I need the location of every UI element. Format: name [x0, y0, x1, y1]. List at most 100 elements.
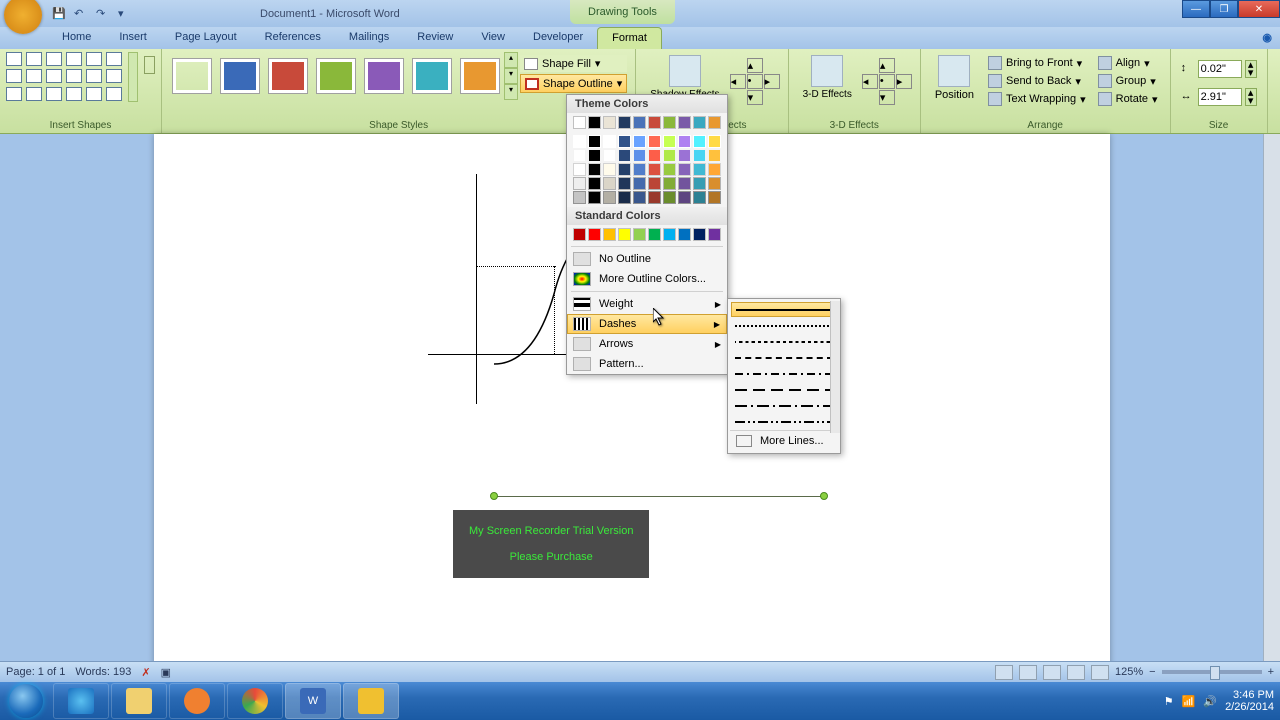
dashes-scrollbar[interactable] — [830, 301, 840, 433]
color-swatch[interactable] — [633, 149, 646, 162]
dash-long-dash[interactable] — [731, 382, 837, 397]
color-swatch[interactable] — [588, 191, 601, 204]
color-swatch[interactable] — [663, 191, 676, 204]
color-swatch[interactable] — [588, 149, 601, 162]
page-status[interactable]: Page: 1 of 1 — [6, 666, 65, 678]
dash-long-dash-dot-dot[interactable] — [731, 414, 837, 429]
redo-icon[interactable]: ↷ — [96, 7, 110, 21]
color-swatch[interactable] — [708, 149, 721, 162]
color-swatch[interactable] — [603, 177, 616, 190]
color-swatch[interactable] — [693, 177, 706, 190]
pattern-item[interactable]: Pattern... — [567, 354, 727, 374]
vertical-scrollbar[interactable] — [1263, 134, 1280, 682]
height-input[interactable] — [1198, 60, 1242, 78]
taskbar-recorder[interactable] — [343, 683, 399, 719]
color-swatch[interactable] — [633, 135, 646, 148]
outline-view[interactable] — [1067, 665, 1085, 680]
color-swatch[interactable] — [648, 191, 661, 204]
3d-effects-button[interactable]: 3-D Effects — [795, 52, 860, 111]
more-lines-item[interactable]: More Lines... — [730, 430, 838, 451]
edit-shape-icon[interactable] — [144, 56, 155, 74]
color-swatch[interactable] — [588, 163, 601, 176]
color-swatch[interactable] — [648, 149, 661, 162]
tab-format[interactable]: Format — [597, 27, 662, 49]
selection-handle-left[interactable] — [490, 492, 498, 500]
width-input[interactable] — [1198, 88, 1242, 106]
tab-mailings[interactable]: Mailings — [335, 27, 403, 49]
color-swatch[interactable] — [633, 116, 646, 129]
tray-clock[interactable]: 3:46 PM2/26/2014 — [1225, 689, 1274, 713]
color-swatch[interactable] — [603, 163, 616, 176]
proofing-icon[interactable]: ✗ — [141, 666, 150, 679]
arrows-item[interactable]: Arrows▶ — [567, 334, 727, 354]
selected-line-shape[interactable] — [494, 496, 824, 497]
color-swatch[interactable] — [573, 135, 586, 148]
theme-colors-grid[interactable] — [567, 113, 727, 132]
color-swatch[interactable] — [573, 116, 586, 129]
rotate-button[interactable]: Rotate ▾ — [1094, 91, 1162, 107]
color-swatch[interactable] — [573, 228, 586, 241]
help-icon[interactable]: ◉ — [1262, 27, 1272, 49]
color-swatch[interactable] — [678, 163, 691, 176]
color-swatch[interactable] — [663, 163, 676, 176]
text-wrapping-button[interactable]: Text Wrapping ▾ — [984, 91, 1090, 107]
tab-page-layout[interactable]: Page Layout — [161, 27, 251, 49]
maximize-button[interactable]: ❐ — [1210, 0, 1238, 18]
color-swatch[interactable] — [663, 135, 676, 148]
align-button[interactable]: Align ▾ — [1094, 55, 1162, 71]
color-swatch[interactable] — [693, 163, 706, 176]
color-swatch[interactable] — [708, 177, 721, 190]
color-swatch[interactable] — [663, 116, 676, 129]
shadow-nudge[interactable]: ▴ ◂•▸ ▾ — [728, 52, 782, 111]
shapes-gallery[interactable] — [6, 52, 124, 102]
shapes-more-button[interactable] — [128, 52, 138, 102]
color-swatch[interactable] — [648, 177, 661, 190]
color-swatch[interactable] — [603, 149, 616, 162]
tab-review[interactable]: Review — [403, 27, 467, 49]
qat-more-icon[interactable]: ▾ — [118, 7, 132, 21]
web-layout-view[interactable] — [1043, 665, 1061, 680]
print-layout-view[interactable] — [995, 665, 1013, 680]
color-swatch[interactable] — [573, 163, 586, 176]
color-swatch[interactable] — [603, 228, 616, 241]
taskbar-media[interactable] — [169, 683, 225, 719]
color-swatch[interactable] — [618, 228, 631, 241]
tab-references[interactable]: References — [251, 27, 335, 49]
tray-flag-icon[interactable]: ⚑ — [1164, 695, 1174, 708]
styles-scroll[interactable]: ▴▾▾ — [504, 52, 518, 100]
color-swatch[interactable] — [573, 191, 586, 204]
dash-round-dot[interactable] — [731, 318, 837, 333]
color-swatch[interactable] — [678, 135, 691, 148]
color-swatch[interactable] — [633, 177, 646, 190]
save-icon[interactable]: 💾 — [52, 7, 66, 21]
taskbar-explorer[interactable] — [111, 683, 167, 719]
tab-developer[interactable]: Developer — [519, 27, 597, 49]
color-swatch[interactable] — [618, 177, 631, 190]
color-swatch[interactable] — [678, 177, 691, 190]
color-swatch[interactable] — [633, 163, 646, 176]
macro-icon[interactable]: ▣ — [161, 666, 171, 679]
color-swatch[interactable] — [678, 116, 691, 129]
color-swatch[interactable] — [708, 191, 721, 204]
color-swatch[interactable] — [678, 228, 691, 241]
minimize-button[interactable]: — — [1182, 0, 1210, 18]
color-swatch[interactable] — [588, 228, 601, 241]
tab-view[interactable]: View — [467, 27, 519, 49]
color-swatch[interactable] — [678, 149, 691, 162]
color-swatch[interactable] — [618, 191, 631, 204]
color-swatch[interactable] — [708, 135, 721, 148]
no-outline-item[interactable]: No Outline — [567, 249, 727, 269]
dash-long-dash-dot[interactable] — [731, 398, 837, 413]
height-spinner[interactable]: ▴▾ — [1245, 60, 1257, 78]
taskbar-ie[interactable] — [53, 683, 109, 719]
tab-insert[interactable]: Insert — [105, 27, 161, 49]
tray-network-icon[interactable]: 📶 — [1182, 695, 1196, 708]
shape-outline-button[interactable]: Shape Outline ▾ — [520, 74, 627, 93]
color-swatch[interactable] — [693, 149, 706, 162]
group-button[interactable]: Group ▾ — [1094, 73, 1162, 89]
color-swatch[interactable] — [618, 116, 631, 129]
office-button[interactable] — [4, 0, 42, 34]
draft-view[interactable] — [1091, 665, 1109, 680]
color-swatch[interactable] — [573, 177, 586, 190]
full-screen-view[interactable] — [1019, 665, 1037, 680]
